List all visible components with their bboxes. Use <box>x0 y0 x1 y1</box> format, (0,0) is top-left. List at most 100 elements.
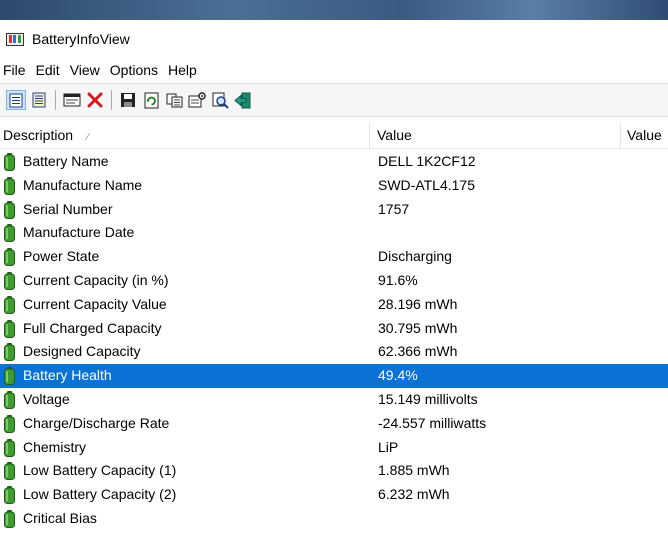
menu-options[interactable]: Options <box>107 62 165 78</box>
table-row[interactable]: Current Capacity Value 28.196 mWh <box>0 293 668 317</box>
battery-icon <box>4 248 15 267</box>
exit-icon <box>234 92 251 108</box>
table-row[interactable]: Battery Name DELL 1K2CF12 <box>0 150 668 174</box>
menu-view[interactable]: View <box>67 62 107 78</box>
battery-icon <box>4 486 15 505</box>
list-header: Description ∕ Value Value <box>0 122 668 149</box>
properties-list[interactable]: Description ∕ Value Value Battery Name DEL… <box>0 118 668 537</box>
column-header-value-2[interactable]: Value <box>622 122 668 148</box>
row-description: Critical Bias <box>23 509 97 526</box>
refresh-icon <box>144 92 158 108</box>
battery-icon <box>4 462 15 481</box>
battery-icon <box>4 200 15 219</box>
copy-button[interactable] <box>164 90 184 110</box>
toolbar-separator <box>111 90 112 110</box>
menu-file[interactable]: File <box>0 62 33 78</box>
battery-icon <box>4 343 15 362</box>
row-value: SWD-ATL4.175 <box>378 176 475 193</box>
table-row[interactable]: Full Charged Capacity 30.795 mWh <box>0 317 668 341</box>
window-button[interactable] <box>62 90 82 110</box>
battery-icon <box>4 224 15 243</box>
row-value: 91.6% <box>378 271 418 288</box>
row-value: 30.795 mWh <box>378 319 458 336</box>
table-row[interactable]: Serial Number 1757 <box>0 198 668 222</box>
properties-icon <box>188 92 206 108</box>
battery-icon <box>4 295 15 314</box>
table-row[interactable]: Battery Health 49.4% <box>0 364 668 388</box>
exit-button[interactable] <box>233 90 253 110</box>
save-icon <box>121 93 135 107</box>
row-value: 1.885 mWh <box>378 462 450 479</box>
column-header-description[interactable]: Description ∕ <box>0 122 370 148</box>
table-row[interactable]: Designed Capacity 62.366 mWh <box>0 340 668 364</box>
row-description: Serial Number <box>23 200 113 217</box>
battery-icon <box>4 319 15 338</box>
properties-view-icon <box>9 93 23 107</box>
delete-button[interactable] <box>85 90 105 110</box>
table-row[interactable]: Power State Discharging <box>0 245 668 269</box>
battery-icon <box>4 414 15 433</box>
battery-icon <box>4 390 15 409</box>
column-header-value[interactable]: Value <box>371 122 621 148</box>
row-value: 28.196 mWh <box>378 295 458 312</box>
row-value: 62.366 mWh <box>378 343 458 360</box>
window-title: BatteryInfoView <box>32 31 130 47</box>
sort-indicator: ∕ <box>87 132 89 143</box>
app-icon <box>6 32 24 46</box>
list-view-button[interactable] <box>29 90 49 110</box>
toolbar <box>0 83 668 117</box>
column-header-label: Value <box>627 127 662 143</box>
row-value: LiP <box>378 438 399 455</box>
window-icon <box>63 93 81 107</box>
menu-help[interactable]: Help <box>165 62 204 78</box>
title-bar[interactable]: BatteryInfoView <box>0 20 668 58</box>
battery-icon <box>4 176 15 195</box>
row-value: 6.232 mWh <box>378 486 450 503</box>
column-header-label: Description <box>3 127 74 143</box>
save-button[interactable] <box>118 90 138 110</box>
row-description: Power State <box>23 248 100 265</box>
menu-edit[interactable]: Edit <box>33 62 67 78</box>
table-row[interactable]: Chemistry LiP <box>0 436 668 460</box>
row-description: Low Battery Capacity (2) <box>23 486 177 503</box>
list-view-icon <box>32 92 46 108</box>
desktop-background <box>0 0 668 20</box>
properties-view-button[interactable] <box>6 90 26 110</box>
column-header-label: Value <box>377 127 412 143</box>
row-value: -24.557 milliwatts <box>378 414 487 431</box>
table-row[interactable]: Charge/Discharge Rate -24.557 milliwatts <box>0 412 668 436</box>
copy-icon <box>166 93 182 107</box>
table-row[interactable]: Current Capacity (in %) 91.6% <box>0 269 668 293</box>
list-rows: Battery Name DELL 1K2CF12 Manufacture Name… <box>0 150 668 531</box>
properties-button[interactable] <box>187 90 207 110</box>
row-description: Full Charged Capacity <box>23 319 162 336</box>
row-description: Charge/Discharge Rate <box>23 414 170 431</box>
row-description: Manufacture Date <box>23 224 135 241</box>
row-value: 15.149 millivolts <box>378 390 478 407</box>
table-row[interactable]: Critical Bias <box>0 507 668 531</box>
row-value: Discharging <box>378 248 452 265</box>
find-button[interactable] <box>210 90 230 110</box>
menu-bar: File Edit View Options Help <box>0 58 668 82</box>
battery-icon <box>4 367 15 386</box>
row-description: Manufacture Name <box>23 176 143 193</box>
table-row[interactable]: Manufacture Date <box>0 221 668 245</box>
row-description: Battery Health <box>23 367 112 384</box>
row-description: Current Capacity Value <box>23 295 167 312</box>
table-row[interactable]: Low Battery Capacity (2) 6.232 mWh <box>0 483 668 507</box>
row-description: Voltage <box>23 390 70 407</box>
delete-icon <box>87 92 103 108</box>
table-row[interactable]: Low Battery Capacity (1) 1.885 mWh <box>0 459 668 483</box>
refresh-button[interactable] <box>141 90 161 110</box>
toolbar-separator <box>55 90 56 110</box>
row-description: Chemistry <box>23 438 87 455</box>
row-value: DELL 1K2CF12 <box>378 153 476 169</box>
battery-icon <box>4 438 15 457</box>
row-description: Designed Capacity <box>23 343 141 360</box>
table-row[interactable]: Voltage 15.149 millivolts <box>0 388 668 412</box>
row-description: Battery Name <box>23 153 109 169</box>
table-row[interactable]: Manufacture Name SWD-ATL4.175 <box>0 174 668 198</box>
row-description: Low Battery Capacity (1) <box>23 462 177 479</box>
row-description: Current Capacity (in %) <box>23 271 169 288</box>
battery-icon <box>4 153 15 171</box>
